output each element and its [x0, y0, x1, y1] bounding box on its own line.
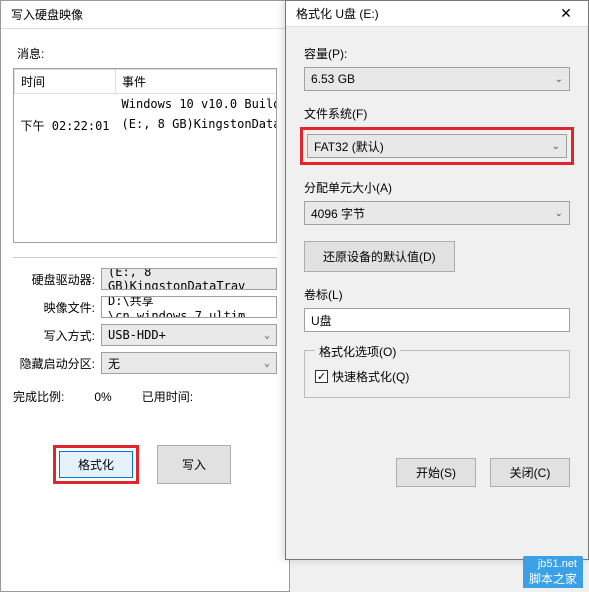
- col-event[interactable]: 事件: [116, 70, 277, 94]
- highlight-format: 格式化: [53, 445, 139, 484]
- chevron-down-icon: ⌄: [555, 208, 563, 219]
- close-button[interactable]: ✕: [544, 1, 588, 27]
- progress-label: 完成比例:: [13, 390, 64, 404]
- format-button[interactable]: 格式化: [59, 451, 133, 478]
- hidden-label: 隐藏启动分区:: [13, 355, 101, 372]
- info-box: 时间 事件 Windows 10 v10.0 Build 143 下午 02:2…: [13, 68, 277, 243]
- volume-input[interactable]: U盘: [304, 308, 570, 332]
- method-dropdown[interactable]: USB-HDD+ ⌄: [101, 324, 277, 346]
- quick-format-checkbox[interactable]: ✓ 快速格式化(Q): [315, 368, 559, 385]
- watermark: jb51.net 脚本之家: [523, 556, 583, 588]
- quick-format-label: 快速格式化(Q): [332, 368, 409, 385]
- format-title: 格式化 U盘 (E:): [296, 5, 379, 22]
- elapsed-label: 已用时间:: [142, 390, 193, 404]
- close-icon: ✕: [560, 5, 572, 22]
- info-label: 消息:: [17, 45, 277, 62]
- table-row[interactable]: 下午 02:22:01 (E:, 8 GB)KingstonDataTrav: [15, 114, 278, 137]
- write-window-title: 写入硬盘映像: [11, 8, 83, 22]
- progress-value: 0%: [94, 390, 111, 404]
- format-titlebar[interactable]: 格式化 U盘 (E:) ✕: [286, 1, 588, 27]
- col-time[interactable]: 时间: [15, 70, 116, 94]
- format-options-group: 格式化选项(O) ✓ 快速格式化(Q): [304, 350, 570, 398]
- filesystem-label: 文件系统(F): [304, 105, 570, 122]
- alloc-dropdown[interactable]: 4096 字节 ⌄: [304, 201, 570, 225]
- checkbox-checked-icon: ✓: [315, 370, 328, 383]
- capacity-dropdown[interactable]: 6.53 GB ⌄: [304, 67, 570, 91]
- chevron-down-icon: ⌄: [552, 141, 560, 152]
- divider: [13, 257, 277, 258]
- format-options-legend: 格式化选项(O): [315, 343, 400, 360]
- method-label: 写入方式:: [13, 327, 101, 344]
- hidden-dropdown[interactable]: 无 ⌄: [101, 352, 277, 374]
- volume-label: 卷标(L): [304, 286, 570, 303]
- table-row[interactable]: Windows 10 v10.0 Build 143: [15, 94, 278, 115]
- highlight-filesystem: FAT32 (默认) ⌄: [300, 127, 574, 165]
- filesystem-dropdown[interactable]: FAT32 (默认) ⌄: [307, 134, 567, 158]
- image-label: 映像文件:: [13, 299, 101, 316]
- drive-label: 硬盘驱动器:: [13, 271, 101, 288]
- start-button[interactable]: 开始(S): [396, 458, 476, 487]
- write-disk-image-window: 写入硬盘映像 消息: 时间 事件 Windows 10 v10.0 Build …: [0, 0, 290, 592]
- write-window-titlebar[interactable]: 写入硬盘映像: [1, 1, 289, 29]
- chevron-down-icon: ⌄: [264, 358, 270, 369]
- write-button[interactable]: 写入: [157, 445, 231, 484]
- close-dialog-button[interactable]: 关闭(C): [490, 458, 570, 487]
- format-dialog: 格式化 U盘 (E:) ✕ 容量(P): 6.53 GB ⌄ 文件系统(F) F…: [285, 0, 589, 560]
- drive-dropdown[interactable]: (E:, 8 GB)KingstonDataTrav: [101, 268, 277, 290]
- alloc-label: 分配单元大小(A): [304, 179, 570, 196]
- capacity-label: 容量(P):: [304, 45, 570, 62]
- chevron-down-icon: ⌄: [264, 330, 270, 341]
- chevron-down-icon: ⌄: [555, 74, 563, 85]
- image-field[interactable]: D:\共享\cn_windows_7_ultim: [101, 296, 277, 318]
- restore-defaults-button[interactable]: 还原设备的默认值(D): [304, 241, 455, 272]
